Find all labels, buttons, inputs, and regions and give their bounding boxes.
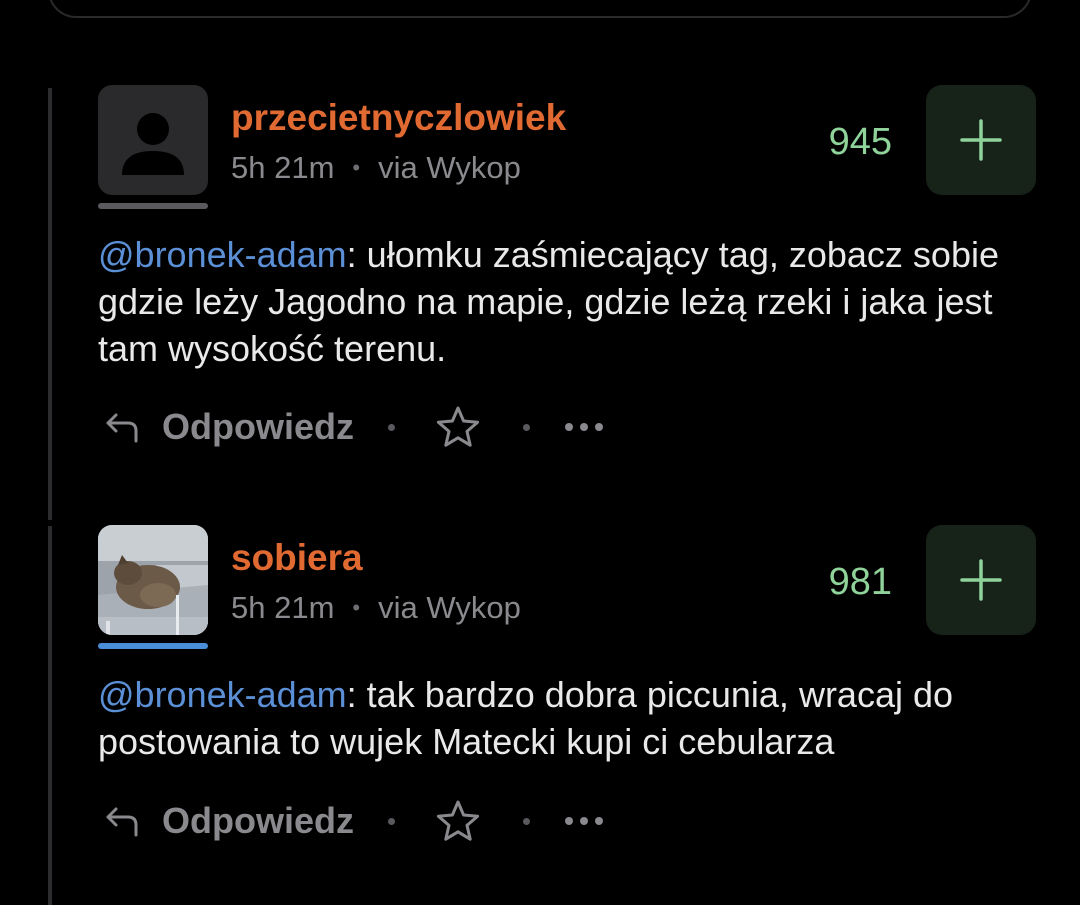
reply-icon[interactable] [104, 409, 140, 445]
more-options-icon[interactable] [564, 422, 604, 432]
avatar[interactable] [98, 85, 208, 195]
username[interactable]: przecietnyczlowiek [231, 98, 566, 138]
avatar[interactable] [98, 525, 208, 635]
vote-score: 981 [828, 561, 892, 603]
mention-link[interactable]: @bronek-adam [98, 674, 347, 715]
comment-meta: 5h 21m • via Wykop [231, 150, 521, 189]
comment-actions: Odpowiedz [104, 799, 604, 843]
timestamp: 5h 21m [231, 590, 335, 625]
timestamp: 5h 21m [231, 150, 335, 185]
action-separator [523, 817, 530, 825]
cat-photo [98, 525, 208, 635]
action-separator [523, 423, 530, 431]
reply-icon[interactable] [104, 803, 140, 839]
reply-button[interactable]: Odpowiedz [162, 800, 354, 842]
action-separator [388, 423, 395, 431]
more-options-icon[interactable] [564, 816, 604, 826]
comment-meta: 5h 21m • via Wykop [231, 590, 521, 629]
top-input-box[interactable] [48, 0, 1032, 18]
thread-gap [48, 520, 52, 526]
meta-separator: • [352, 595, 361, 620]
avatar-status-bar [98, 643, 208, 649]
star-icon[interactable] [435, 799, 481, 843]
vote-score: 945 [828, 121, 892, 163]
mention-link[interactable]: @bronek-adam [98, 234, 347, 275]
comment-actions: Odpowiedz [104, 405, 604, 449]
comment-body: @bronek-adam: tak bardzo dobra piccunia,… [98, 671, 1038, 765]
upvote-button[interactable] [926, 85, 1036, 195]
thread-line [48, 88, 52, 905]
source: via Wykop [378, 150, 521, 185]
plus-icon [960, 559, 1002, 601]
username[interactable]: sobiera [231, 538, 363, 578]
avatar-status-bar [98, 203, 208, 209]
upvote-button[interactable] [926, 525, 1036, 635]
meta-separator: • [352, 155, 361, 180]
source: via Wykop [378, 590, 521, 625]
action-separator [388, 817, 395, 825]
star-icon[interactable] [435, 405, 481, 449]
comment-body: @bronek-adam: ułomku zaśmiecający tag, z… [98, 231, 1038, 372]
plus-icon [960, 119, 1002, 161]
default-avatar-icon [122, 113, 184, 175]
reply-button[interactable]: Odpowiedz [162, 406, 354, 448]
